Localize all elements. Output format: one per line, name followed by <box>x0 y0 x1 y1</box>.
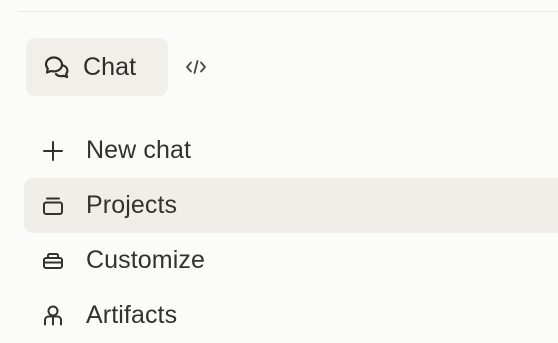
projects-icon <box>40 193 66 219</box>
mode-switch: Chat <box>26 38 216 96</box>
chat-bubbles-icon <box>43 54 71 80</box>
sidebar-item-label: Artifacts <box>86 301 178 329</box>
sidebar-item-projects[interactable]: Projects <box>24 178 558 233</box>
sidebar-item-new-chat[interactable]: New chat <box>24 123 558 178</box>
artifacts-icon <box>40 303 66 329</box>
sidebar-item-artifacts[interactable]: Artifacts <box>24 288 558 343</box>
sidebar-item-label: Projects <box>86 191 178 219</box>
plus-icon <box>40 138 66 164</box>
top-divider <box>18 11 558 12</box>
sidebar-item-customize[interactable]: Customize <box>24 233 558 288</box>
sidebar-item-label: Customize <box>86 246 205 274</box>
customize-icon <box>40 248 66 274</box>
sidebar-item-label: New chat <box>86 136 192 164</box>
chat-mode-button[interactable]: Chat <box>26 38 168 96</box>
chat-mode-label: Chat <box>83 52 137 81</box>
code-mode-button[interactable] <box>176 38 216 96</box>
sidebar-nav: New chat Projects Customize Artifacts <box>24 123 558 343</box>
code-icon <box>185 58 207 76</box>
